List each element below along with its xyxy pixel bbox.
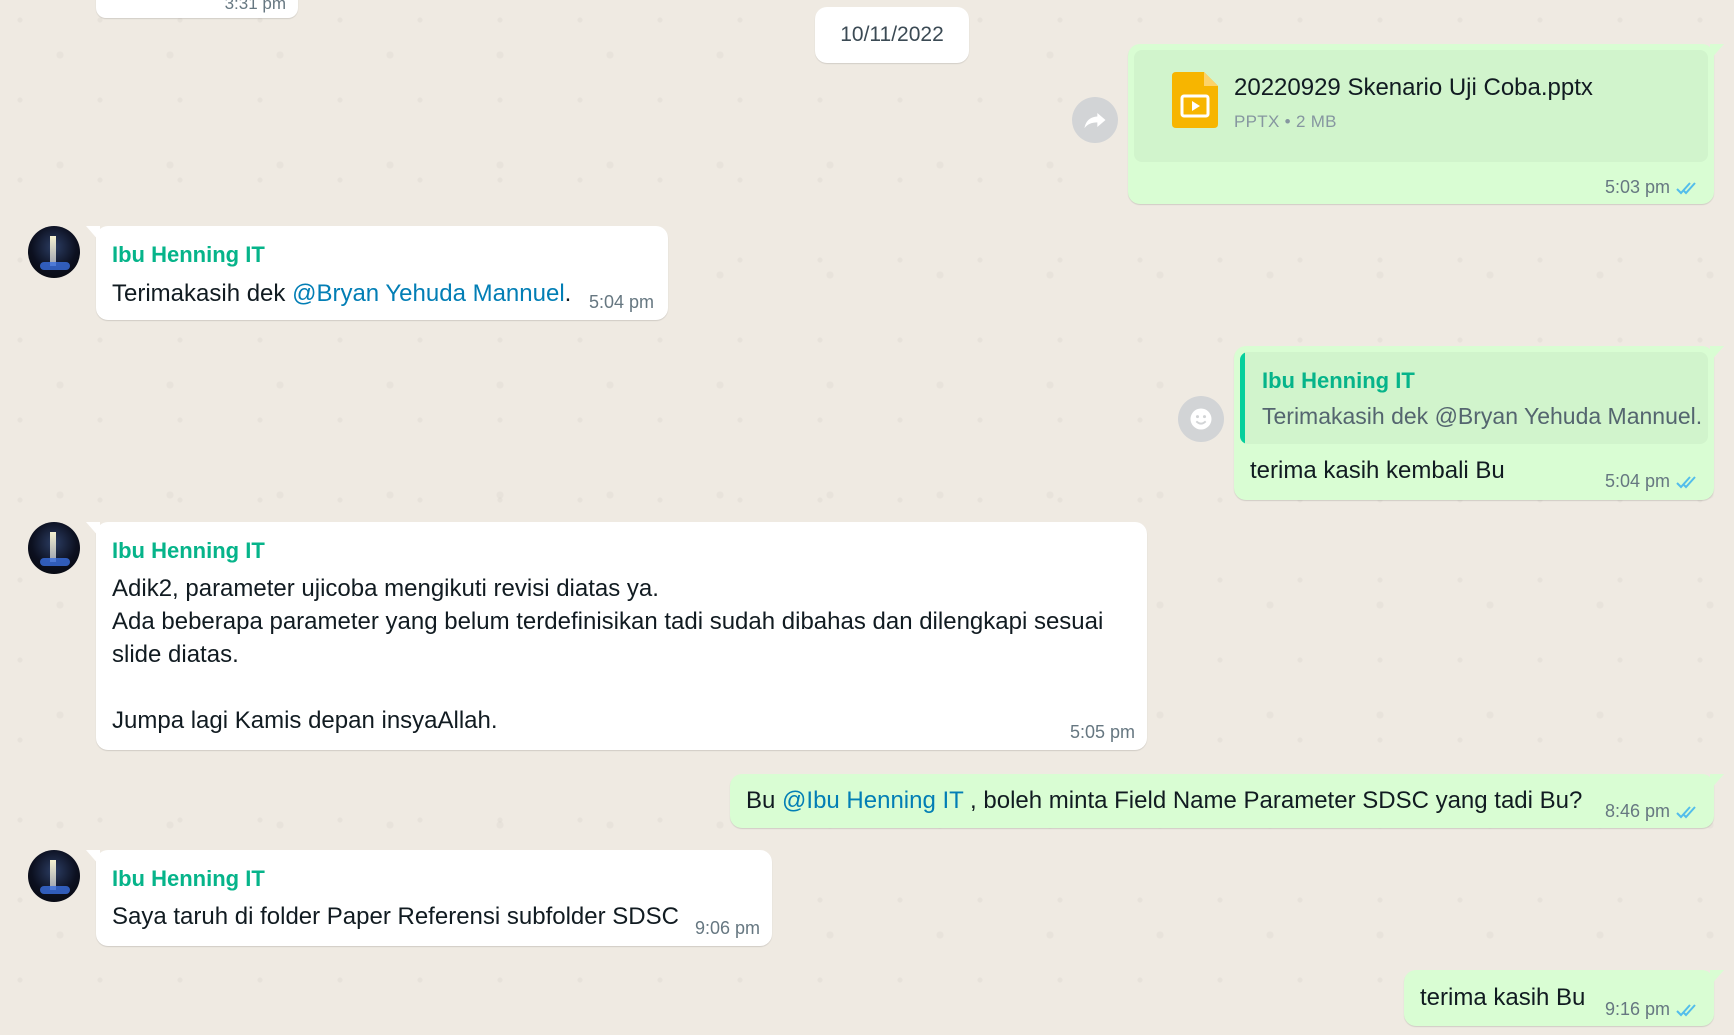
avatar[interactable] bbox=[28, 522, 80, 574]
file-attachment[interactable]: 20220929 Skenario Uji Coba.pptx PPTX • 2… bbox=[1134, 50, 1708, 162]
emoji-icon bbox=[1190, 408, 1212, 430]
double-check-icon bbox=[1676, 1003, 1696, 1016]
message-time-row: 5:04 pm bbox=[1605, 471, 1702, 492]
message-line: slide diatas. bbox=[112, 641, 239, 668]
bubble-tail bbox=[86, 226, 100, 242]
quoted-text: Terimakasih dek @Bryan Yehuda Mannuel. bbox=[1262, 403, 1703, 429]
message-text: Adik2, parameter ujicoba mengikuti revis… bbox=[112, 572, 1103, 737]
message-line: Ada beberapa parameter yang belum terdef… bbox=[112, 608, 1104, 635]
bubble-tail bbox=[1710, 774, 1724, 790]
file-meta: PPTX • 2 MB bbox=[1234, 112, 1337, 132]
message-text-part: . bbox=[564, 280, 572, 307]
quote-bar bbox=[1240, 352, 1245, 444]
file-meta-separator: • bbox=[1284, 112, 1291, 131]
outgoing-message[interactable]: Bu @Ibu Henning IT , boleh minta Field N… bbox=[730, 774, 1724, 828]
date-divider: 10/11/2022 bbox=[815, 7, 969, 63]
incoming-message[interactable]: Ibu Henning IT Saya taruh di folder Pape… bbox=[86, 850, 772, 946]
message-time: 5:05 pm bbox=[1069, 722, 1135, 742]
message-time-row: 8:46 pm bbox=[1605, 801, 1702, 822]
bubble-tail bbox=[86, 850, 100, 866]
mention-link[interactable]: @Ibu Henning IT bbox=[782, 787, 963, 814]
bubble-tail bbox=[1710, 44, 1724, 60]
message-text-part: Terimakasih dek bbox=[112, 280, 293, 307]
message-time: 9:16 pm bbox=[1604, 999, 1670, 1019]
message-text-part: Bu bbox=[746, 787, 783, 814]
message-line: Jumpa lagi Kamis depan insyaAllah. bbox=[112, 707, 498, 734]
message-text: terima kasih Bu bbox=[1420, 984, 1586, 1011]
message-line-blank bbox=[112, 671, 1103, 704]
message-text: Saya taruh di folder Paper Referensi sub… bbox=[112, 903, 679, 930]
message-time-row: 9:16 pm bbox=[1605, 999, 1702, 1020]
avatar[interactable] bbox=[28, 850, 80, 902]
double-check-icon bbox=[1676, 475, 1696, 488]
message-text: Terimakasih dek @Bryan Yehuda Mannuel. bbox=[112, 277, 571, 310]
message-line: Adik2, parameter ujicoba mengikuti revis… bbox=[112, 575, 659, 602]
outgoing-message[interactable]: terima kasih Bu 9:16 pm bbox=[1404, 970, 1724, 1026]
message-time: 9:06 pm bbox=[694, 918, 760, 938]
react-button[interactable] bbox=[1178, 396, 1224, 442]
incoming-message[interactable]: Ibu Henning IT Terimakasih dek @Bryan Ye… bbox=[86, 226, 668, 320]
forward-icon bbox=[1084, 113, 1106, 129]
sender-name[interactable]: Ibu Henning IT bbox=[112, 538, 265, 564]
message-text-part: , boleh minta Field Name Parameter SDSC … bbox=[963, 787, 1583, 814]
file-size: 2 MB bbox=[1295, 112, 1337, 131]
incoming-message[interactable]: Ibu Henning IT Adik2, parameter ujicoba … bbox=[86, 522, 1147, 750]
outgoing-file-message[interactable]: 20220929 Skenario Uji Coba.pptx PPTX • 2… bbox=[1128, 44, 1724, 204]
sender-name[interactable]: Ibu Henning IT bbox=[112, 242, 265, 268]
sender-name[interactable]: Ibu Henning IT bbox=[112, 866, 265, 892]
double-check-icon bbox=[1676, 181, 1696, 194]
message-time: 5:03 pm bbox=[1604, 177, 1670, 197]
quoted-sender: Ibu Henning IT bbox=[1262, 368, 1415, 393]
bubble-tail bbox=[1710, 346, 1724, 362]
slides-file-icon bbox=[1172, 72, 1218, 128]
message-time: 8:46 pm bbox=[1604, 801, 1670, 821]
message-time-row: 5:03 pm bbox=[1605, 177, 1702, 198]
message-text: Bu @Ibu Henning IT , boleh minta Field N… bbox=[746, 784, 1582, 817]
bubble-tail bbox=[1710, 970, 1724, 986]
partial-message-bubble[interactable]: 3:31 pm bbox=[96, 0, 298, 18]
mention-link[interactable]: @Bryan Yehuda Mannuel bbox=[292, 280, 565, 307]
bubble-tail bbox=[86, 522, 100, 538]
quoted-message[interactable]: Ibu Henning IT Terimakasih dek @Bryan Ye… bbox=[1240, 352, 1708, 444]
message-time: 5:04 pm bbox=[1604, 471, 1670, 491]
forward-button[interactable] bbox=[1072, 97, 1118, 143]
message-text: terima kasih kembali Bu bbox=[1250, 457, 1505, 484]
avatar[interactable] bbox=[28, 226, 80, 278]
message-time: 3:31 pm bbox=[224, 0, 286, 13]
message-time: 5:04 pm bbox=[588, 292, 654, 312]
file-name: 20220929 Skenario Uji Coba.pptx bbox=[1234, 74, 1593, 101]
file-type: PPTX bbox=[1234, 112, 1280, 131]
outgoing-reply-message[interactable]: Ibu Henning IT Terimakasih dek @Bryan Ye… bbox=[1234, 346, 1724, 500]
double-check-icon bbox=[1676, 805, 1696, 818]
